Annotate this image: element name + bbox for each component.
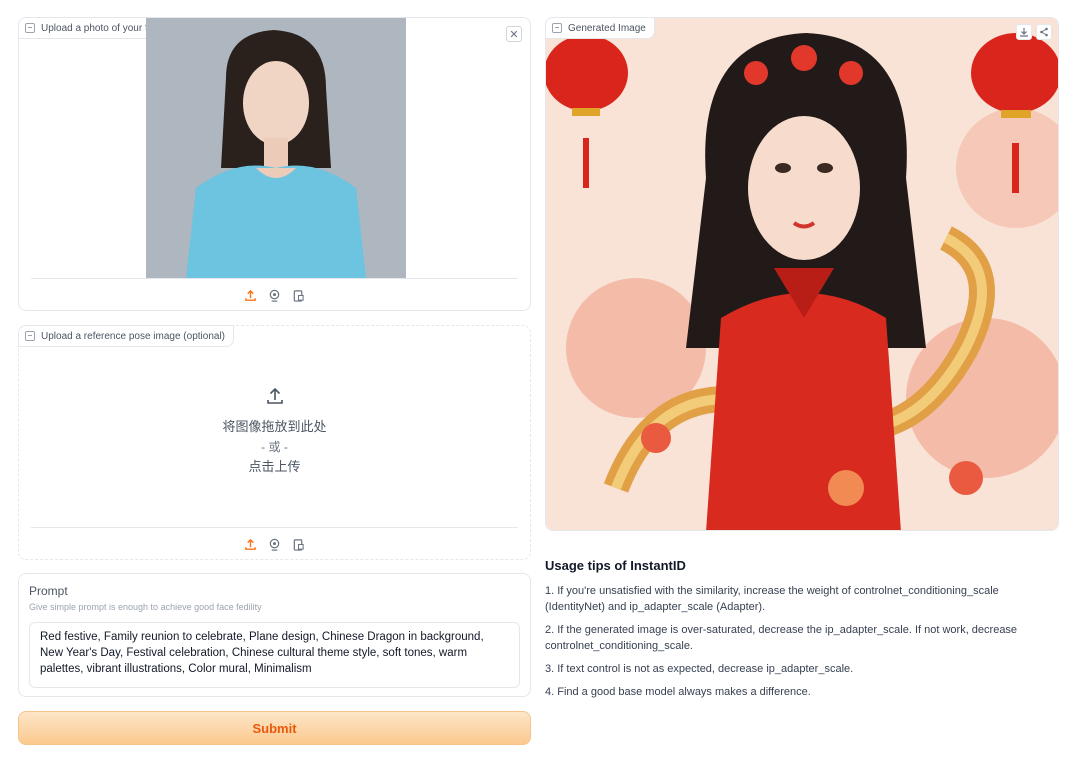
submit-button[interactable]: Submit bbox=[18, 711, 531, 745]
drop-zone[interactable]: 将图像拖放到此处 - 或 - 点击上传 bbox=[19, 386, 530, 477]
source-toolbar bbox=[19, 537, 530, 551]
webcam-icon[interactable] bbox=[268, 288, 282, 302]
share-button[interactable] bbox=[1036, 24, 1052, 40]
upload-icon[interactable] bbox=[244, 288, 258, 302]
prompt-label: Prompt bbox=[29, 584, 68, 598]
divider bbox=[31, 278, 518, 279]
image-icon bbox=[25, 331, 35, 341]
tip-item: 3. If text control is not as expected, d… bbox=[545, 663, 854, 675]
source-toolbar bbox=[19, 288, 530, 302]
or-text: - 或 - bbox=[261, 440, 288, 454]
download-button[interactable] bbox=[1016, 24, 1032, 40]
webcam-icon[interactable] bbox=[268, 537, 282, 551]
generated-image-label: Generated Image bbox=[568, 22, 646, 34]
tip-item: 1. If you're unsatisfied with the simila… bbox=[545, 585, 999, 613]
image-icon bbox=[25, 23, 35, 33]
image-icon bbox=[552, 23, 562, 33]
drop-text: 将图像拖放到此处 bbox=[222, 419, 327, 434]
generated-image-panel: Generated Image bbox=[545, 17, 1059, 531]
clipboard-icon[interactable] bbox=[292, 537, 306, 551]
prompt-panel: Prompt Give simple prompt is enough to a… bbox=[18, 573, 531, 697]
pose-upload-label: Upload a reference pose image (optional) bbox=[41, 330, 225, 342]
generated-image bbox=[546, 18, 1058, 530]
prompt-info: Give simple prompt is enough to achieve … bbox=[29, 602, 262, 612]
tips-title: Usage tips of InstantID bbox=[545, 558, 686, 573]
usage-tips: Usage tips of InstantID 1. If you're uns… bbox=[545, 558, 1035, 707]
share-icon bbox=[1040, 27, 1048, 37]
click-upload-text: 点击上传 bbox=[248, 459, 301, 474]
tip-item: 4. Find a good base model always makes a… bbox=[545, 686, 811, 698]
download-icon bbox=[1020, 28, 1028, 37]
upload-icon[interactable] bbox=[244, 537, 258, 551]
pose-upload-panel[interactable]: Upload a reference pose image (optional)… bbox=[18, 325, 531, 560]
pose-upload-label-tag: Upload a reference pose image (optional) bbox=[18, 325, 234, 347]
upload-icon bbox=[19, 386, 530, 411]
face-photo bbox=[146, 18, 406, 278]
clipboard-icon[interactable] bbox=[292, 288, 306, 302]
divider bbox=[31, 527, 518, 528]
prompt-textarea[interactable]: Red festive, Family reunion to celebrate… bbox=[29, 622, 520, 688]
generated-image-label-tag: Generated Image bbox=[546, 18, 655, 39]
tip-item: 2. If the generated image is over-satura… bbox=[545, 624, 1018, 652]
clear-image-button[interactable]: ✕ bbox=[506, 26, 522, 42]
face-upload-panel[interactable]: Upload a photo of your face ✕ bbox=[18, 17, 531, 311]
